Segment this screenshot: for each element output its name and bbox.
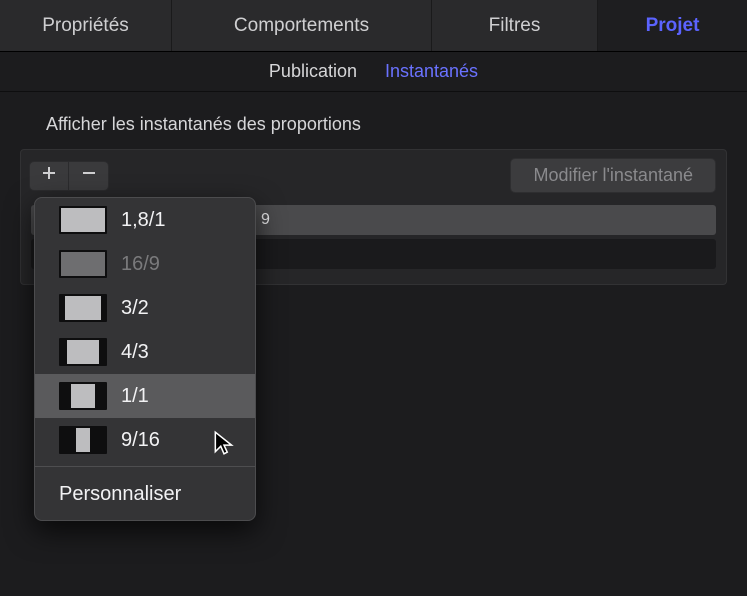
tab-filters[interactable]: Filtres	[432, 0, 598, 51]
remove-button[interactable]	[69, 161, 109, 191]
tab-label: Filtres	[489, 15, 541, 37]
button-label: Modifier l'instantané	[533, 165, 693, 185]
dropdown-item-label: 1,8/1	[121, 209, 165, 232]
tab-properties[interactable]: Propriétés	[0, 0, 172, 51]
aspect-swatch-icon	[59, 206, 107, 234]
sub-tabbar: Publication Instantanés	[0, 52, 747, 92]
aspect-swatch-icon	[59, 294, 107, 322]
add-button[interactable]	[29, 161, 69, 191]
dropdown-item-9-16[interactable]: 9/16	[35, 418, 255, 462]
dropdown-item-label: 1/1	[121, 385, 149, 408]
subtab-snapshots[interactable]: Instantanés	[385, 61, 478, 82]
panel-toolbar: Modifier l'instantané	[21, 150, 726, 201]
section-header: Afficher les instantanés des proportions	[10, 108, 737, 149]
aspect-swatch-icon	[59, 250, 107, 278]
row-text: 9	[261, 211, 270, 229]
dropdown-item-4-3[interactable]: 4/3	[35, 330, 255, 374]
aspect-ratio-dropdown: 1,8/1 16/9 3/2 4/3 1/1 9/16 Personnaliser	[34, 197, 256, 521]
subtab-publication[interactable]: Publication	[269, 61, 357, 82]
dropdown-item-1-8-1[interactable]: 1,8/1	[35, 198, 255, 242]
main-tabbar: Propriétés Comportements Filtres Projet	[0, 0, 747, 52]
dropdown-item-16-9: 16/9	[35, 242, 255, 286]
dropdown-separator	[35, 466, 255, 467]
dropdown-custom-item[interactable]: Personnaliser	[35, 471, 255, 520]
tab-project[interactable]: Projet	[598, 0, 747, 51]
aspect-swatch-icon	[59, 338, 107, 366]
plus-icon	[41, 165, 57, 186]
add-remove-group	[29, 161, 109, 191]
subtab-label: Instantanés	[385, 61, 478, 81]
aspect-swatch-icon	[59, 426, 107, 454]
dropdown-item-label: 3/2	[121, 297, 149, 320]
modify-snapshot-button[interactable]: Modifier l'instantané	[510, 158, 716, 193]
tab-label: Projet	[646, 15, 700, 37]
dropdown-item-label: 4/3	[121, 341, 149, 364]
tab-label: Propriétés	[42, 15, 129, 37]
dropdown-item-3-2[interactable]: 3/2	[35, 286, 255, 330]
aspect-swatch-icon	[59, 382, 107, 410]
dropdown-custom-label: Personnaliser	[59, 483, 181, 505]
tab-behaviors[interactable]: Comportements	[172, 0, 432, 51]
tab-label: Comportements	[234, 15, 369, 37]
minus-icon	[81, 165, 97, 186]
dropdown-item-label: 9/16	[121, 429, 160, 452]
dropdown-item-label: 16/9	[121, 253, 160, 276]
subtab-label: Publication	[269, 61, 357, 81]
dropdown-item-1-1[interactable]: 1/1	[35, 374, 255, 418]
